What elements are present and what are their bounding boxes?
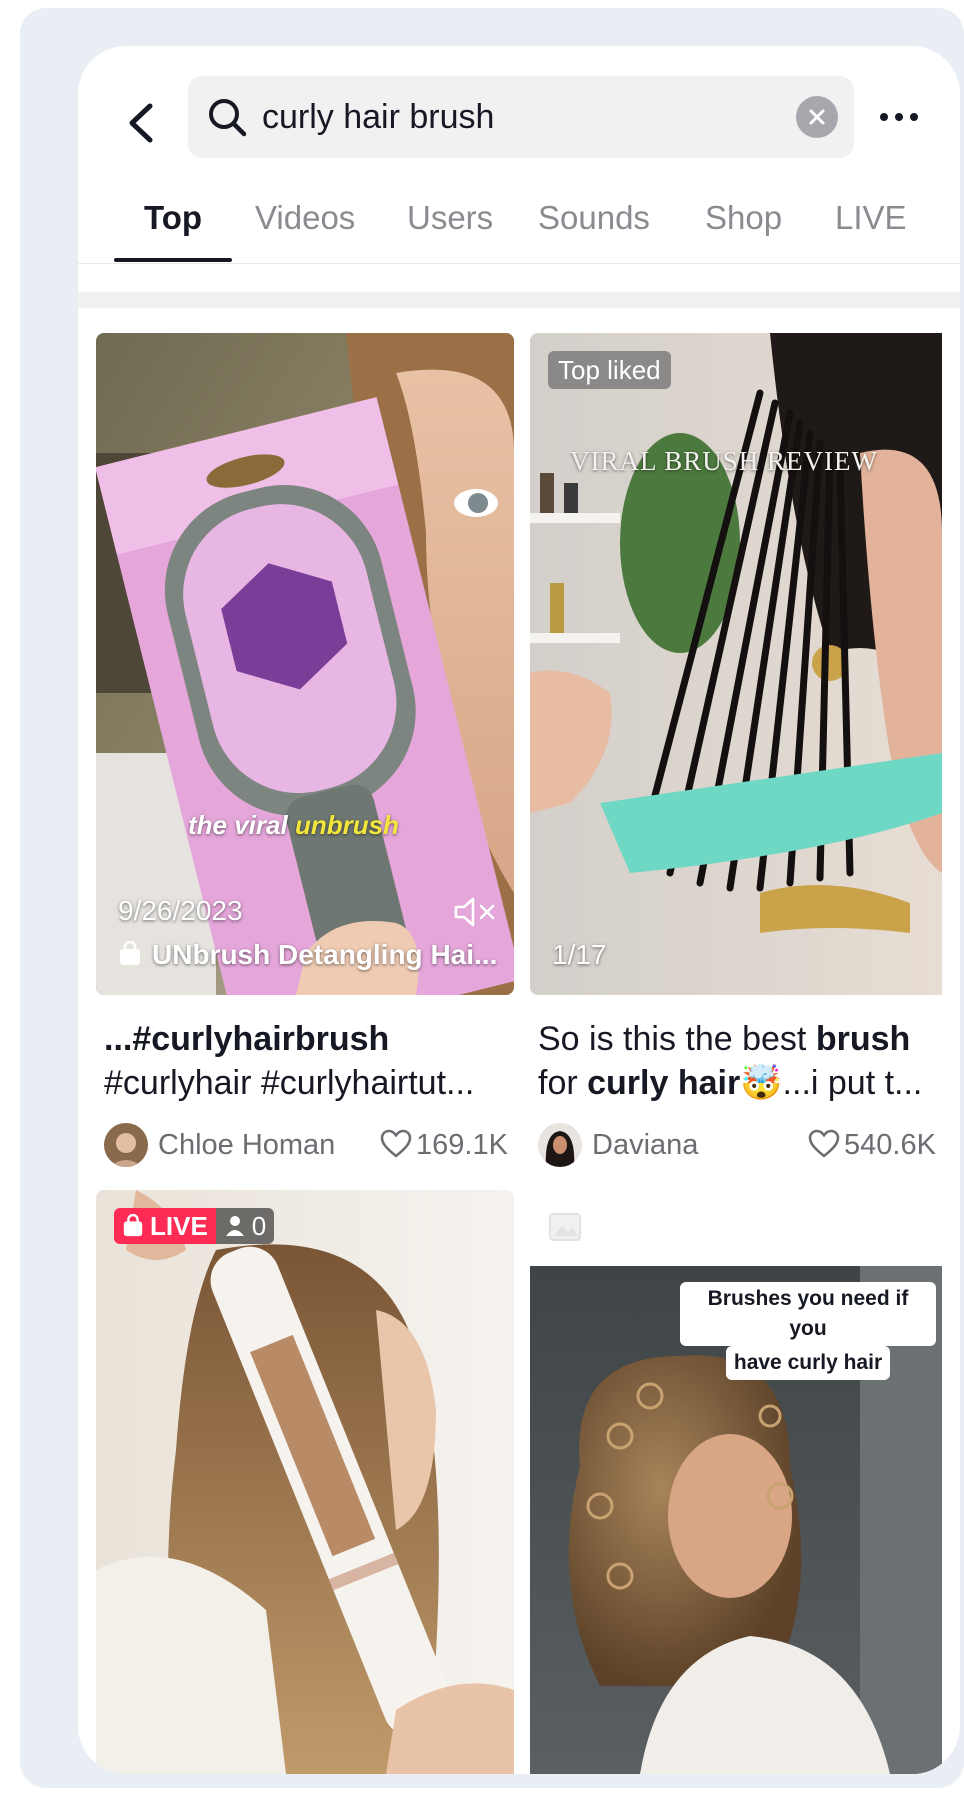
thumbnail-image xyxy=(96,1190,514,1774)
person-icon xyxy=(225,1216,244,1236)
tab-users[interactable]: Users xyxy=(407,196,493,240)
video-caption[interactable]: #curlyhair #curlyhairtut... xyxy=(104,1061,508,1105)
video-meta: Daviana 540.6K xyxy=(538,1123,942,1171)
divider xyxy=(78,292,960,308)
page-background: Top Videos Users Sounds Shop LIVE xyxy=(20,8,964,1788)
shopping-bag-icon xyxy=(123,1214,143,1237)
tab-sounds[interactable]: Sounds xyxy=(538,196,650,240)
search-icon xyxy=(209,99,247,137)
video-caption[interactable]: for curly hair🤯...i put t... xyxy=(538,1061,942,1105)
text-overlay: Brushes you need if you have curly hair xyxy=(680,1282,936,1380)
more-dots-icon xyxy=(895,113,903,121)
avatar[interactable] xyxy=(538,1123,582,1167)
like-count: 169.1K xyxy=(416,1129,508,1161)
author-name[interactable]: Chloe Homan xyxy=(158,1125,335,1165)
search-input[interactable] xyxy=(262,94,782,140)
heart-icon xyxy=(380,1129,412,1158)
more-options-button[interactable] xyxy=(878,98,920,136)
tab-live[interactable]: LIVE xyxy=(835,196,907,240)
app-screen: Top Videos Users Sounds Shop LIVE xyxy=(78,46,960,1774)
video-meta: Chloe Homan 169.1K xyxy=(104,1123,508,1171)
post-date: 9/26/2023 xyxy=(118,895,243,926)
video-title-overlay: VIRAL BRUSH REVIEW xyxy=(570,446,878,476)
top-liked-badge: Top liked xyxy=(548,351,671,389)
tab-shop[interactable]: Shop xyxy=(705,196,782,240)
chevron-left-icon xyxy=(129,103,153,143)
video-caption[interactable]: So is this the best brush xyxy=(538,1017,942,1061)
shopping-bag-icon xyxy=(120,941,140,965)
mute-icon[interactable] xyxy=(453,895,499,929)
active-tab-indicator xyxy=(114,258,232,262)
product-link[interactable]: UNbrush Detangling Hai... xyxy=(152,937,497,973)
result-card[interactable]: Brushes you need if you have curly hair xyxy=(530,1190,960,1774)
search-bar[interactable] xyxy=(188,76,854,158)
divider xyxy=(78,263,960,264)
clear-search-button[interactable] xyxy=(796,96,838,138)
result-card[interactable]: Top liked VIRAL BRUSH REVIEW 1/17 So is … xyxy=(530,333,960,1167)
close-icon xyxy=(809,109,825,125)
live-badge: LIVE 0 xyxy=(114,1208,275,1244)
photo-counter: 1/17 xyxy=(552,939,607,970)
heart-icon xyxy=(808,1129,840,1158)
live-thumbnail[interactable]: LIVE 0 xyxy=(96,1190,514,1774)
like-count: 540.6K xyxy=(844,1129,936,1161)
result-card[interactable]: LIVE 0 xyxy=(96,1190,514,1774)
video-thumbnail[interactable]: Brushes you need if you have curly hair xyxy=(530,1190,942,1774)
video-thumbnail[interactable]: the viral unbrush 9/26/2023 UNbrush Deta… xyxy=(96,333,514,995)
back-button[interactable] xyxy=(118,92,162,154)
author-name[interactable]: Daviana xyxy=(592,1125,698,1165)
more-dots-icon xyxy=(910,113,918,121)
sticker-text: the viral unbrush xyxy=(188,810,399,840)
thumbnail-image xyxy=(530,333,942,995)
video-thumbnail[interactable]: Top liked VIRAL BRUSH REVIEW 1/17 xyxy=(530,333,942,995)
tab-top[interactable]: Top xyxy=(144,196,202,240)
avatar[interactable] xyxy=(104,1123,148,1167)
more-dots-icon xyxy=(880,113,888,121)
photo-mode-icon xyxy=(549,1213,581,1241)
result-card[interactable]: the viral unbrush 9/26/2023 UNbrush Deta… xyxy=(96,333,514,1167)
video-caption[interactable]: ...#curlyhairbrush xyxy=(104,1017,508,1061)
tab-videos[interactable]: Videos xyxy=(255,196,355,240)
